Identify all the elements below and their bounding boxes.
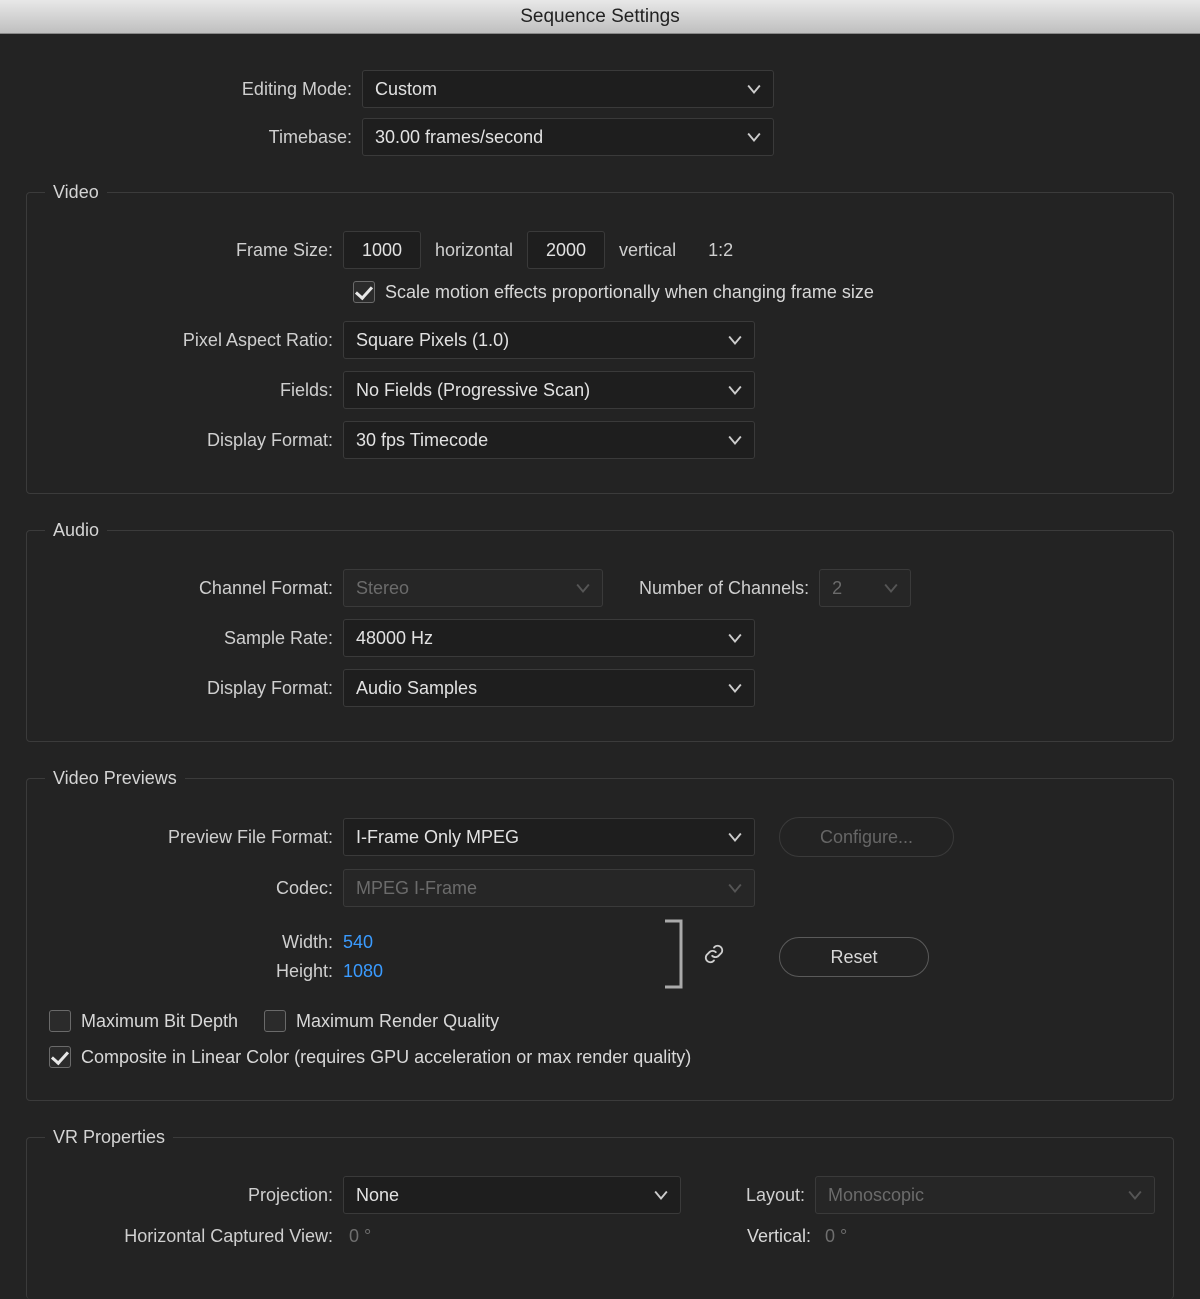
projection-value: None bbox=[356, 1185, 399, 1205]
layout-label: Layout: bbox=[746, 1185, 805, 1206]
audio-group: Audio Channel Format: Stereo Number of C… bbox=[26, 520, 1174, 742]
horizontal-captured-view-label: Horizontal Captured View: bbox=[45, 1226, 343, 1247]
pixel-aspect-dropdown[interactable]: Square Pixels (1.0) bbox=[343, 321, 755, 359]
max-render-quality-checkbox[interactable] bbox=[264, 1010, 286, 1032]
preview-file-format-label: Preview File Format: bbox=[45, 827, 343, 848]
audio-display-format-label: Display Format: bbox=[45, 678, 343, 699]
configure-button: Configure... bbox=[779, 817, 954, 857]
preview-height-label: Height: bbox=[45, 961, 343, 982]
frame-width-input[interactable]: 1000 bbox=[343, 231, 421, 269]
video-legend: Video bbox=[45, 182, 107, 203]
audio-legend: Audio bbox=[45, 520, 107, 541]
max-bit-depth-checkbox[interactable] bbox=[49, 1010, 71, 1032]
preview-width-label: Width: bbox=[45, 932, 343, 953]
chevron-down-icon bbox=[728, 333, 742, 347]
projection-dropdown[interactable]: None bbox=[343, 1176, 681, 1214]
timebase-value: 30.00 frames/second bbox=[375, 127, 543, 147]
vertical-label: vertical bbox=[619, 240, 676, 261]
chevron-down-icon bbox=[728, 433, 742, 447]
editing-mode-value: Custom bbox=[375, 79, 437, 99]
video-previews-group: Video Previews Preview File Format: I-Fr… bbox=[26, 768, 1174, 1101]
horizontal-captured-view-value: 0 ° bbox=[349, 1226, 371, 1247]
preview-width-value[interactable]: 540 bbox=[343, 932, 373, 953]
preview-file-format-dropdown[interactable]: I-Frame Only MPEG bbox=[343, 818, 755, 856]
horizontal-label: horizontal bbox=[435, 240, 513, 261]
preview-file-format-value: I-Frame Only MPEG bbox=[356, 827, 519, 847]
vr-properties-group: VR Properties Projection: None Layout: M… bbox=[26, 1127, 1174, 1299]
editing-mode-label: Editing Mode: bbox=[26, 79, 362, 100]
video-display-format-value: 30 fps Timecode bbox=[356, 430, 488, 450]
pixel-aspect-label: Pixel Aspect Ratio: bbox=[45, 330, 343, 351]
fields-label: Fields: bbox=[45, 380, 343, 401]
num-channels-value: 2 bbox=[832, 578, 842, 598]
video-previews-legend: Video Previews bbox=[45, 768, 185, 789]
composite-linear-checkbox[interactable] bbox=[49, 1046, 71, 1068]
preview-height-value[interactable]: 1080 bbox=[343, 961, 383, 982]
chevron-down-icon bbox=[728, 830, 742, 844]
dialog-content: Editing Mode: Custom Timebase: 30.00 fra… bbox=[0, 34, 1200, 1299]
max-render-quality-label: Maximum Render Quality bbox=[296, 1011, 499, 1032]
sample-rate-value: 48000 Hz bbox=[356, 628, 433, 648]
fields-value: No Fields (Progressive Scan) bbox=[356, 380, 590, 400]
chevron-down-icon bbox=[747, 82, 761, 96]
num-channels-label: Number of Channels: bbox=[639, 578, 809, 599]
chevron-down-icon bbox=[576, 581, 590, 595]
chevron-down-icon bbox=[1128, 1188, 1142, 1202]
chevron-down-icon bbox=[728, 383, 742, 397]
vertical-captured-view-value: 0 ° bbox=[825, 1226, 1155, 1247]
scale-motion-checkbox[interactable] bbox=[353, 281, 375, 303]
link-bracket-icon bbox=[663, 919, 689, 994]
composite-linear-label: Composite in Linear Color (requires GPU … bbox=[81, 1047, 691, 1068]
max-bit-depth-label: Maximum Bit Depth bbox=[81, 1011, 238, 1032]
codec-dropdown: MPEG I-Frame bbox=[343, 869, 755, 907]
fields-dropdown[interactable]: No Fields (Progressive Scan) bbox=[343, 371, 755, 409]
video-display-format-label: Display Format: bbox=[45, 430, 343, 451]
video-group: Video Frame Size: 1000 horizontal 2000 v… bbox=[26, 182, 1174, 494]
channel-format-value: Stereo bbox=[356, 578, 409, 598]
window-title: Sequence Settings bbox=[0, 0, 1200, 34]
chevron-down-icon bbox=[728, 881, 742, 895]
chevron-down-icon bbox=[728, 631, 742, 645]
reset-button[interactable]: Reset bbox=[779, 937, 929, 977]
num-channels-dropdown: 2 bbox=[819, 569, 911, 607]
layout-dropdown: Monoscopic bbox=[815, 1176, 1155, 1214]
channel-format-dropdown: Stereo bbox=[343, 569, 603, 607]
audio-display-format-value: Audio Samples bbox=[356, 678, 477, 698]
vertical-label: Vertical: bbox=[719, 1226, 819, 1247]
audio-display-format-dropdown[interactable]: Audio Samples bbox=[343, 669, 755, 707]
link-icon[interactable] bbox=[703, 943, 725, 971]
sample-rate-label: Sample Rate: bbox=[45, 628, 343, 649]
timebase-label: Timebase: bbox=[26, 127, 362, 148]
pixel-aspect-value: Square Pixels (1.0) bbox=[356, 330, 509, 350]
frame-height-input[interactable]: 2000 bbox=[527, 231, 605, 269]
aspect-ratio-value: 1:2 bbox=[708, 240, 733, 261]
codec-value: MPEG I-Frame bbox=[356, 878, 477, 898]
projection-label: Projection: bbox=[45, 1185, 343, 1206]
chevron-down-icon bbox=[884, 581, 898, 595]
frame-size-label: Frame Size: bbox=[45, 240, 343, 261]
layout-value: Monoscopic bbox=[828, 1185, 924, 1205]
sample-rate-dropdown[interactable]: 48000 Hz bbox=[343, 619, 755, 657]
codec-label: Codec: bbox=[45, 878, 343, 899]
chevron-down-icon bbox=[654, 1188, 668, 1202]
video-display-format-dropdown[interactable]: 30 fps Timecode bbox=[343, 421, 755, 459]
editing-mode-dropdown[interactable]: Custom bbox=[362, 70, 774, 108]
timebase-dropdown[interactable]: 30.00 frames/second bbox=[362, 118, 774, 156]
chevron-down-icon bbox=[747, 130, 761, 144]
vr-legend: VR Properties bbox=[45, 1127, 173, 1148]
scale-motion-label: Scale motion effects proportionally when… bbox=[385, 282, 874, 303]
chevron-down-icon bbox=[728, 681, 742, 695]
channel-format-label: Channel Format: bbox=[45, 578, 343, 599]
